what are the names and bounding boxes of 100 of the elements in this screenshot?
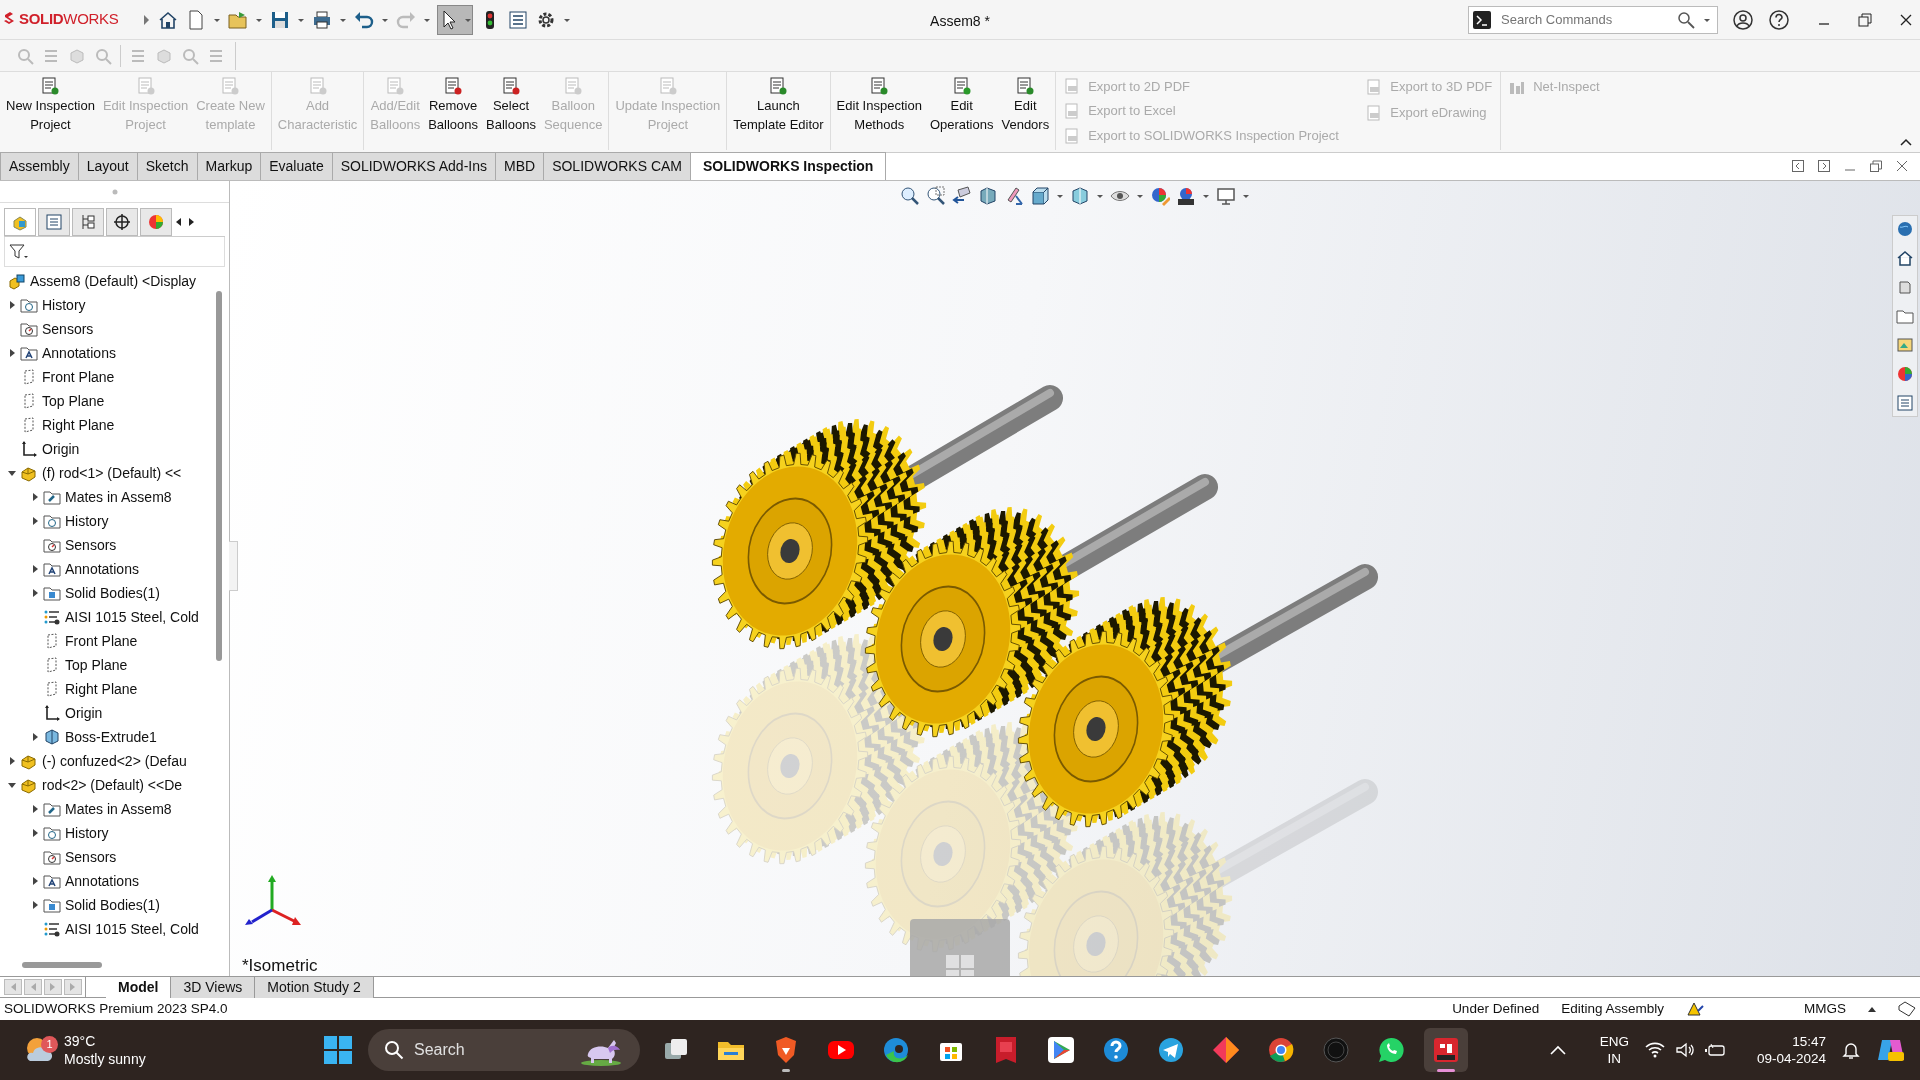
grip-icon[interactable]: [111, 188, 118, 195]
scrollbar-thumb[interactable]: [216, 291, 222, 661]
ribbon-tab[interactable]: SOLIDWORKS CAM: [543, 152, 692, 180]
ribbon-tab[interactable]: Evaluate: [260, 152, 333, 180]
tree-item-label[interactable]: AISI 1015 Steel, Cold: [65, 606, 199, 628]
ribbon-button[interactable]: Remove Balloons: [424, 72, 483, 134]
search-input[interactable]: Search: [412, 1037, 532, 1063]
globe-icon[interactable]: [1896, 220, 1914, 238]
tree-item-label[interactable]: Right Plane: [42, 414, 115, 436]
appearance-icon[interactable]: [1150, 186, 1170, 206]
list-icon[interactable]: [506, 8, 529, 31]
select-tool-button[interactable]: [436, 4, 473, 35]
home-icon[interactable]: [1896, 249, 1914, 267]
tree-item-label[interactable]: rod<2> (Default) <<De: [42, 774, 183, 796]
caret-icon[interactable]: [1202, 192, 1210, 200]
search-field[interactable]: Search: [368, 1029, 640, 1071]
ribbon-tab[interactable]: Layout: [77, 152, 138, 180]
tree-item-label[interactable]: Mates in Assem8: [65, 486, 172, 508]
ribbon-button[interactable]: Edit Operations: [925, 72, 998, 134]
volume-icon[interactable]: [1674, 1042, 1695, 1058]
expand-arrow-icon[interactable]: [31, 805, 39, 813]
previous-view-icon[interactable]: [952, 186, 972, 206]
ribbon-button[interactable]: Edit Vendors: [997, 72, 1054, 134]
color-wheel-icon[interactable]: [1896, 365, 1914, 383]
panel-tab[interactable]: [106, 207, 138, 236]
search-input[interactable]: Search Commands: [1499, 8, 1669, 31]
wifi-icon[interactable]: [1644, 1042, 1665, 1058]
expand-arrow-icon[interactable]: [31, 901, 39, 909]
view-orientation-icon[interactable]: [1030, 186, 1050, 206]
model-tab[interactable]: Model: [106, 977, 172, 998]
collapse-arrow-icon[interactable]: [8, 469, 16, 477]
help-icon[interactable]: [1768, 8, 1790, 31]
battery-icon[interactable]: [1704, 1042, 1727, 1058]
monitor-icon[interactable]: [1216, 186, 1236, 206]
expand-arrow-icon[interactable]: [8, 349, 16, 357]
expand-arrow-icon[interactable]: [31, 877, 39, 885]
ribbon-button[interactable]: Edit Inspection Methods: [832, 72, 926, 134]
zoom-fit-icon[interactable]: [900, 186, 920, 206]
tree-item-label[interactable]: AISI 1015 Steel, Cold: [65, 918, 199, 940]
tree-item-label[interactable]: (f) rod<1> (Default) <<: [42, 462, 182, 484]
folder-icon[interactable]: [1896, 307, 1914, 325]
ribbon-button[interactable]: New Inspection Project: [2, 72, 99, 134]
clock[interactable]: 15:47 09-04-2024: [1756, 1033, 1826, 1067]
filter-icon[interactable]: [9, 242, 29, 261]
expand-arrow-icon[interactable]: [31, 517, 39, 525]
user-icon[interactable]: [1732, 8, 1754, 31]
panel-left-icon[interactable]: [1792, 160, 1804, 172]
tree-item-label[interactable]: Boss-Extrude1: [65, 726, 157, 748]
tree-item-label[interactable]: Front Plane: [42, 366, 115, 388]
tree-item-label[interactable]: Annotations: [65, 870, 139, 892]
display-style-icon[interactable]: [1070, 186, 1090, 206]
ribbon-tab[interactable]: MBD: [495, 152, 545, 180]
tree-item-label[interactable]: Sensors: [65, 846, 117, 868]
search-field[interactable]: Search Commands: [1468, 5, 1718, 34]
tree-item-label[interactable]: Top Plane: [65, 654, 128, 676]
caret-up-icon[interactable]: [1868, 1006, 1876, 1012]
tree-item-label[interactable]: Assem8 (Default) <Display: [30, 270, 197, 292]
panel-handle[interactable]: [229, 541, 238, 591]
tree-item-label[interactable]: Sensors: [42, 318, 94, 340]
expand-arrow-icon[interactable]: [31, 733, 39, 741]
expand-arrow-icon[interactable]: [31, 589, 39, 597]
start-icon[interactable]: [324, 1036, 352, 1064]
ribbon-tab[interactable]: Markup: [196, 152, 262, 180]
list-icon[interactable]: [1896, 394, 1914, 412]
collapse-icon[interactable]: [1900, 138, 1912, 146]
tree-item-label[interactable]: Solid Bodies(1): [65, 582, 160, 604]
ribbon-tab[interactable]: SOLIDWORKS Add-Ins: [331, 152, 496, 180]
scroll-right-icon[interactable]: [186, 216, 196, 227]
collapse-arrow-icon[interactable]: [8, 781, 16, 789]
restore-icon[interactable]: [1858, 12, 1872, 27]
tree-item-label[interactable]: Sensors: [65, 534, 117, 556]
language-indicator[interactable]: ENG IN: [1599, 1033, 1629, 1067]
caret-icon[interactable]: [1056, 192, 1064, 200]
scroll-left-icon[interactable]: [174, 216, 184, 227]
section-view-icon[interactable]: [978, 186, 998, 206]
caret-icon[interactable]: [1096, 192, 1104, 200]
tree-item-label[interactable]: Origin: [42, 438, 80, 460]
ribbon-tab[interactable]: Assembly: [0, 152, 79, 180]
ribbon-tab[interactable]: Sketch: [136, 152, 198, 180]
zoom-area-icon[interactable]: [926, 186, 946, 206]
units-label[interactable]: MMGS: [1804, 998, 1846, 1020]
expand-arrow-icon[interactable]: [31, 565, 39, 573]
tag-icon[interactable]: [1898, 1001, 1916, 1017]
close-icon[interactable]: [1900, 13, 1912, 26]
tree-item-label[interactable]: Top Plane: [42, 390, 105, 412]
expand-arrow-icon[interactable]: [31, 493, 39, 501]
panel-right-icon[interactable]: [1818, 160, 1830, 172]
ribbon-button[interactable]: Select Balloons: [482, 72, 540, 134]
tree-item-label[interactable]: Annotations: [65, 558, 139, 580]
expand-icon[interactable]: [142, 14, 151, 25]
tree-item-label[interactable]: Front Plane: [65, 630, 138, 652]
tree-item-label[interactable]: History: [42, 294, 86, 316]
tree-item-label[interactable]: Mates in Assem8: [65, 798, 172, 820]
ribbon-tab[interactable]: SOLIDWORKS Inspection: [690, 152, 887, 180]
ribbon-button[interactable]: Launch Template Editor: [729, 72, 828, 134]
restore-icon[interactable]: [1870, 160, 1882, 172]
caret-icon[interactable]: [1136, 192, 1144, 200]
tree-item-label[interactable]: Origin: [65, 702, 103, 724]
model-tab[interactable]: 3D Views: [171, 977, 256, 998]
scrollbar-thumb[interactable]: [22, 962, 102, 968]
